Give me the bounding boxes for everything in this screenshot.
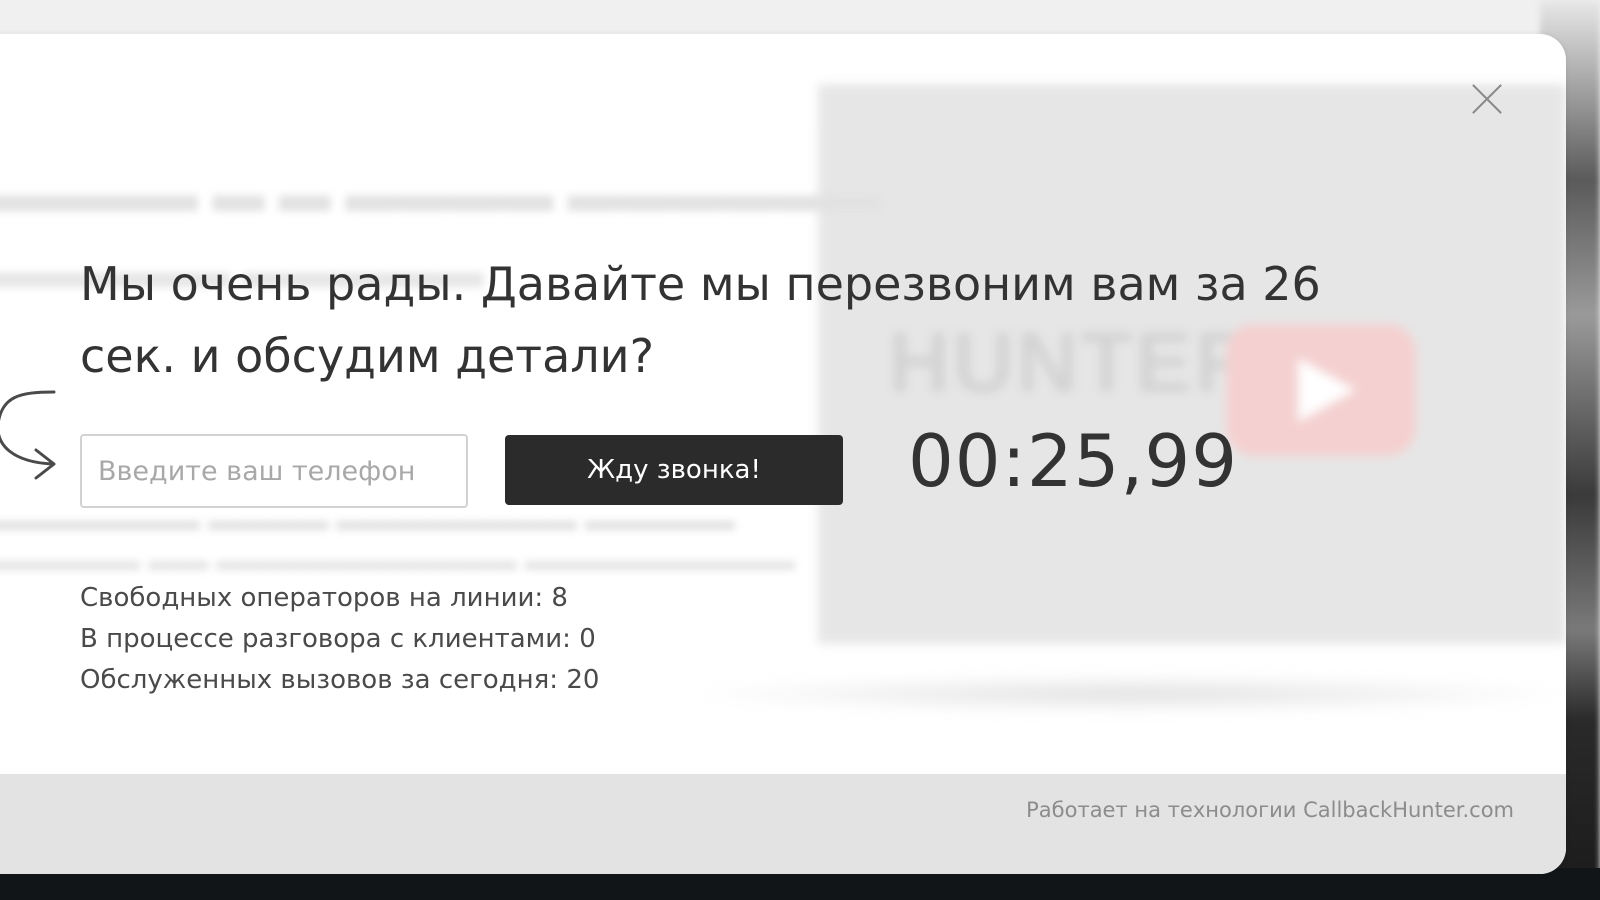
phone-input[interactable]	[80, 434, 468, 508]
background-text-ghost-1: ▬▬▬▬▬▬▬ ▬▬▬▬ ▬▬▬▬▬▬▬▬ ▬▬▬▬▬	[0, 504, 736, 537]
background-text-ghost-2: ▬▬▬▬▬ ▬▬ ▬▬▬▬▬▬▬▬▬▬ ▬▬▬▬▬▬▬▬▬	[0, 544, 796, 577]
operator-stats: Свободных операторов на линии: 8 В проце…	[80, 578, 599, 701]
callback-popup: HUNTER ▬▬▬▬ ▬ ▬ ▬▬▬▬ ▬▬▬▬▬▬ ▬▬▬▬▬ ▬▬▬▬▬ …	[0, 34, 1566, 874]
stat-active-calls: В процессе разговора с клиентами: 0	[80, 624, 596, 654]
stat-free-operators: Свободных операторов на линии: 8	[80, 583, 568, 613]
callback-button[interactable]: Жду звонка!	[505, 435, 843, 505]
background-headline-ghost: ▬▬▬▬ ▬ ▬ ▬▬▬▬ ▬▬▬▬▬▬	[0, 165, 880, 223]
popup-heading: Мы очень рады. Давайте мы перезвоним вам…	[80, 257, 1321, 383]
curved-arrow-icon	[0, 390, 56, 480]
countdown-timer: 00:25,99	[908, 419, 1238, 503]
popup-footer: Работает на технологии CallbackHunter.co…	[0, 774, 1566, 874]
stat-served-calls: Обслуженных вызовов за сегодня: 20	[80, 665, 600, 695]
close-icon[interactable]	[1470, 82, 1504, 116]
powered-by-link[interactable]: Работает на технологии CallbackHunter.co…	[1026, 798, 1514, 822]
background-shelf-shadow	[680, 674, 1566, 714]
